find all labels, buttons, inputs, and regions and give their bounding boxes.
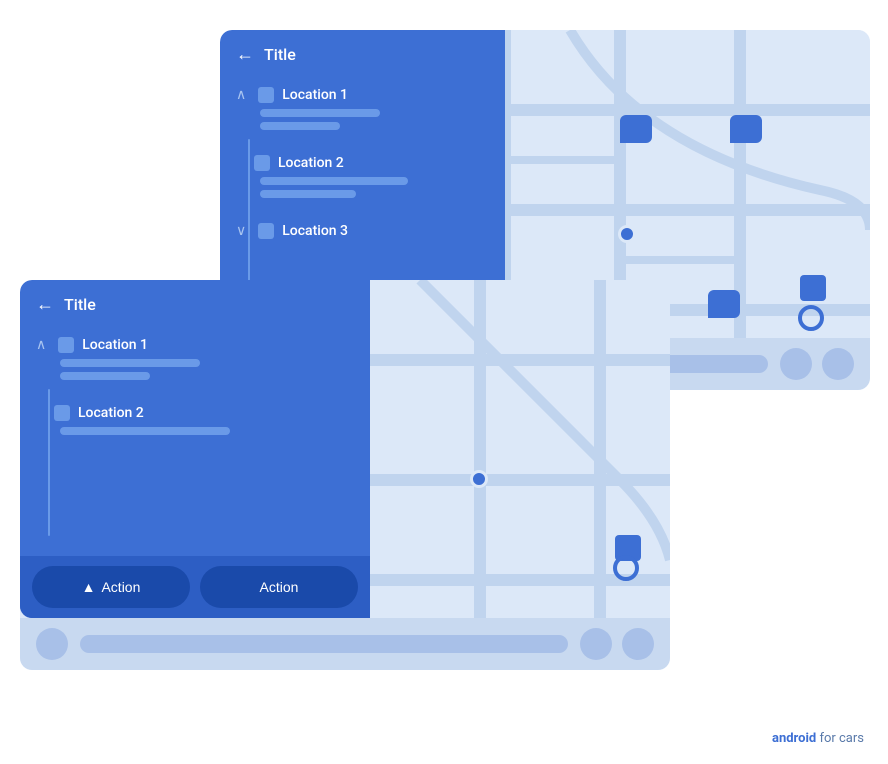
list-item-front-1[interactable]: ∧ Location 1 (28, 329, 362, 393)
item-bar-back-1-1 (260, 109, 380, 117)
map-pin-3 (708, 290, 740, 318)
action-label-2: Action (260, 579, 299, 595)
nav-bar-center-front (80, 635, 568, 653)
watermark-bold: android (772, 731, 816, 746)
list-item-back-1[interactable]: ∧ Location 1 (228, 79, 497, 143)
location-title-front-1: Location 1 (82, 337, 148, 353)
nav-circle-back-3[interactable] (822, 348, 854, 380)
back-arrow-front[interactable]: ← (36, 294, 54, 315)
watermark: android for cars (772, 731, 864, 746)
checkbox-front-1[interactable] (58, 337, 74, 353)
nav-circle-front-3[interactable] (622, 628, 654, 660)
panel-list-front: ∧ Location 1 Location 2 (20, 329, 370, 556)
nav-circles-right-front (580, 628, 654, 660)
action-bar: ▲ Action Action (20, 556, 370, 618)
list-item-back-2[interactable]: Location 2 (228, 147, 497, 211)
nav-circles-right-back (780, 348, 854, 380)
list-item-back-3[interactable]: ∨ Location 3 (228, 215, 497, 253)
nav-bar-front (20, 618, 670, 670)
location-title-back-2: Location 2 (278, 155, 344, 171)
location-title-back-3: Location 3 (282, 223, 348, 239)
panel-title-back: Title (264, 45, 296, 64)
map-pin-2 (730, 115, 762, 143)
action-button-1[interactable]: ▲ Action (32, 566, 190, 608)
checkbox-front-2[interactable] (54, 405, 70, 421)
checkbox-back-2[interactable] (254, 155, 270, 171)
divider-front (48, 389, 50, 536)
location-title-front-2: Location 2 (78, 405, 144, 421)
expand-icon-1[interactable]: ∧ (236, 87, 246, 103)
action-icon-1: ▲ (82, 579, 96, 595)
item-bar-front-1-1 (60, 359, 200, 367)
item-bar-back-1-2 (260, 122, 340, 130)
expand-icon-front-1[interactable]: ∧ (36, 337, 46, 353)
map-square-1 (800, 275, 826, 301)
item-bar-back-2-2 (260, 190, 356, 198)
panel-title-front: Title (64, 295, 96, 314)
map-ring-1 (798, 305, 824, 331)
item-bar-front-2-1 (60, 427, 230, 435)
map-pin-1 (620, 115, 652, 143)
panel-header-back: ← Title (220, 30, 505, 79)
back-arrow-back[interactable]: ← (236, 44, 254, 65)
nav-circle-front-2[interactable] (580, 628, 612, 660)
checkbox-back-1[interactable] (258, 87, 274, 103)
checkbox-back-3[interactable] (258, 223, 274, 239)
map-dot-1 (618, 225, 636, 243)
expand-icon-3[interactable]: ∨ (236, 223, 246, 239)
item-bar-front-1-2 (60, 372, 150, 380)
map-ring-front-1 (613, 555, 639, 581)
action-button-2[interactable]: Action (200, 566, 358, 608)
watermark-rest: for cars (816, 731, 864, 746)
nav-circle-back-2[interactable] (780, 348, 812, 380)
front-card: ← Title ∧ Location 1 Location 2 (20, 280, 670, 670)
list-item-front-2[interactable]: Location 2 (28, 397, 362, 448)
panel-header-front: ← Title (20, 280, 370, 329)
action-label-1: Action (101, 579, 140, 595)
location-title-back-1: Location 1 (282, 87, 348, 103)
nav-circle-front-1[interactable] (36, 628, 68, 660)
map-dot-front-1 (470, 470, 488, 488)
panel-front: ← Title ∧ Location 1 Location 2 (20, 280, 370, 618)
item-bar-back-2-1 (260, 177, 408, 185)
